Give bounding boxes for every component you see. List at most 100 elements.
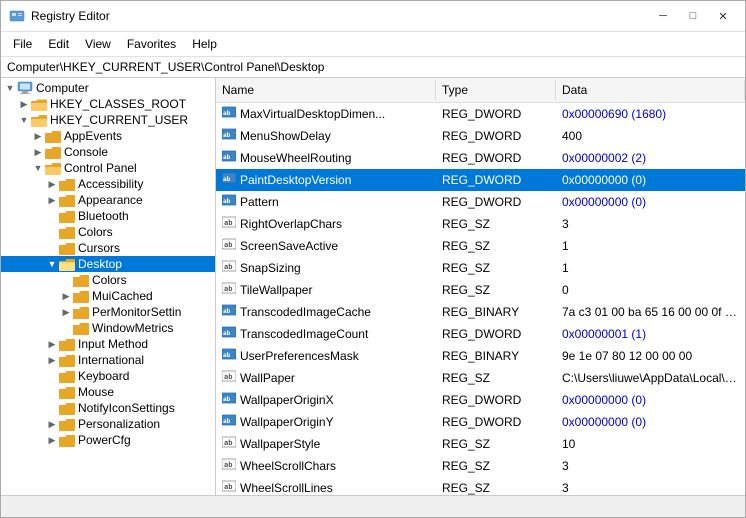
list-row[interactable]: abScreenSaveActiveREG_SZ1 xyxy=(216,235,745,257)
expand-icon-accessibility[interactable]: ▶ xyxy=(45,179,59,190)
tree-label-windowmetrics: WindowMetrics xyxy=(92,321,173,335)
list-cell-name-text: WallPaper xyxy=(240,371,295,385)
expand-icon-console[interactable]: ▶ xyxy=(31,147,45,158)
registry-value-icon: ab xyxy=(222,172,236,187)
list-cell-name-text: Pattern xyxy=(240,195,279,209)
tree-item-hkcu[interactable]: ▼ HKEY_CURRENT_USER xyxy=(1,112,215,128)
list-row[interactable]: abTranscodedImageCacheREG_BINARY7a c3 01… xyxy=(216,301,745,323)
folder-icon-cursors xyxy=(59,242,75,255)
col-header-data[interactable]: Data xyxy=(556,80,745,100)
tree-item-accessibility[interactable]: ▶ Accessibility xyxy=(1,176,215,192)
expand-icon-muicached[interactable]: ▶ xyxy=(59,291,73,302)
list-row[interactable]: abMouseWheelRoutingREG_DWORD0x00000002 (… xyxy=(216,147,745,169)
list-row[interactable]: abSnapSizingREG_SZ1 xyxy=(216,257,745,279)
window-title: Registry Editor xyxy=(31,9,110,23)
list-cell-data: 0x00000000 (0) xyxy=(556,391,745,409)
tree-item-hkcr[interactable]: ▶ HKEY_CLASSES_ROOT xyxy=(1,96,215,112)
col-header-type[interactable]: Type xyxy=(436,80,556,100)
list-row[interactable]: abWheelScrollLinesREG_SZ3 xyxy=(216,477,745,495)
tree-item-keyboard[interactable]: ▶ Keyboard xyxy=(1,368,215,384)
expand-icon-international[interactable]: ▶ xyxy=(45,355,59,366)
tree-item-personalization[interactable]: ▶ Personalization xyxy=(1,416,215,432)
list-panel[interactable]: Name Type Data abMaxVirtualDesktopDimen.… xyxy=(216,78,745,495)
expand-icon-computer[interactable]: ▼ xyxy=(3,83,17,93)
expand-icon-appevents[interactable]: ▶ xyxy=(31,131,45,142)
list-row[interactable]: abWheelScrollCharsREG_SZ3 xyxy=(216,455,745,477)
list-row[interactable]: abPaintDesktopVersionREG_DWORD0x00000000… xyxy=(216,169,745,191)
expand-icon-hkcu[interactable]: ▼ xyxy=(17,115,31,125)
list-cell-type: REG_DWORD xyxy=(436,149,556,167)
menu-view[interactable]: View xyxy=(77,34,119,54)
svg-text:ab: ab xyxy=(223,396,231,403)
list-cell-type: REG_BINARY xyxy=(436,347,556,365)
menu-favorites[interactable]: Favorites xyxy=(119,34,184,54)
tree-item-notifyiconsettings[interactable]: ▶ NotifyIconSettings xyxy=(1,400,215,416)
expand-icon-powercfg[interactable]: ▶ xyxy=(45,435,59,446)
registry-value-icon: ab xyxy=(222,282,236,297)
list-cell-name-text: MouseWheelRouting xyxy=(240,151,351,165)
expand-icon-controlpanel[interactable]: ▼ xyxy=(31,163,45,173)
folder-icon-desktop-open xyxy=(59,258,75,271)
tree-item-appearance[interactable]: ▶ Appearance xyxy=(1,192,215,208)
list-row[interactable]: abTranscodedImageCountREG_DWORD0x0000000… xyxy=(216,323,745,345)
list-row[interactable]: abWallPaperREG_SZC:\Users\liuwe\AppData\… xyxy=(216,367,745,389)
menu-help[interactable]: Help xyxy=(184,34,225,54)
expand-icon-permonitor[interactable]: ▶ xyxy=(59,307,73,318)
menu-file[interactable]: File xyxy=(5,34,40,54)
tree-item-computer[interactable]: ▼ Computer xyxy=(1,80,215,96)
list-cell-type: REG_SZ xyxy=(436,457,556,475)
list-cell-name: abPaintDesktopVersion xyxy=(216,170,436,189)
folder-icon-appevents xyxy=(45,130,61,143)
tree-label-desktop: Desktop xyxy=(78,257,122,271)
list-row[interactable]: abMenuShowDelayREG_DWORD400 xyxy=(216,125,745,147)
menu-edit[interactable]: Edit xyxy=(40,34,77,54)
expand-icon-appearance[interactable]: ▶ xyxy=(45,195,59,206)
list-cell-data: 400 xyxy=(556,127,745,145)
svg-text:ab: ab xyxy=(223,176,231,183)
list-row[interactable]: abTileWallpaperREG_SZ0 xyxy=(216,279,745,301)
maximize-button[interactable]: □ xyxy=(679,7,707,25)
registry-value-icon: ab xyxy=(222,480,236,495)
tree-item-cursors[interactable]: ▶ Cursors xyxy=(1,240,215,256)
expand-icon-personalization[interactable]: ▶ xyxy=(45,419,59,430)
tree-item-inputmethod[interactable]: ▶ Input Method xyxy=(1,336,215,352)
svg-text:ab: ab xyxy=(224,263,232,271)
tree-item-colors[interactable]: ▶ Colors xyxy=(1,224,215,240)
tree-label-controlpanel: Control Panel xyxy=(64,161,137,175)
list-row[interactable]: abRightOverlapCharsREG_SZ3 xyxy=(216,213,745,235)
svg-text:ab: ab xyxy=(223,132,231,139)
tree-label-mouse: Mouse xyxy=(78,385,114,399)
col-header-name[interactable]: Name xyxy=(216,80,436,100)
tree-item-desk-colors[interactable]: ▶ Colors xyxy=(1,272,215,288)
list-row[interactable]: abMaxVirtualDesktopDimen...REG_DWORD0x00… xyxy=(216,103,745,125)
tree-item-console[interactable]: ▶ Console xyxy=(1,144,215,160)
tree-panel[interactable]: ▼ Computer ▶ HKEY_CLASSES_ xyxy=(1,78,216,495)
tree-item-muicached[interactable]: ▶ MuiCached xyxy=(1,288,215,304)
expand-icon-desktop[interactable]: ▼ xyxy=(45,259,59,269)
list-cell-type: REG_DWORD xyxy=(436,105,556,123)
registry-value-icon: ab xyxy=(222,370,236,385)
tree-item-appevents[interactable]: ▶ AppEvents xyxy=(1,128,215,144)
list-cell-data: 3 xyxy=(556,215,745,233)
list-row[interactable]: abWallpaperOriginYREG_DWORD0x00000000 (0… xyxy=(216,411,745,433)
tree-item-controlpanel[interactable]: ▼ Control Panel xyxy=(1,160,215,176)
list-row[interactable]: abWallpaperOriginXREG_DWORD0x00000000 (0… xyxy=(216,389,745,411)
list-row[interactable]: abWallpaperStyleREG_SZ10 xyxy=(216,433,745,455)
list-row[interactable]: abUserPreferencesMaskREG_BINARY9e 1e 07 … xyxy=(216,345,745,367)
expand-icon-hkcr[interactable]: ▶ xyxy=(17,99,31,110)
list-cell-name-text: TranscodedImageCount xyxy=(240,327,368,341)
registry-value-icon: ab xyxy=(222,128,236,143)
tree-item-permonitor[interactable]: ▶ PerMonitorSettin xyxy=(1,304,215,320)
expand-icon-inputmethod[interactable]: ▶ xyxy=(45,339,59,350)
tree-item-bluetooth[interactable]: ▶ Bluetooth xyxy=(1,208,215,224)
list-row[interactable]: abPatternREG_DWORD0x00000000 (0) xyxy=(216,191,745,213)
list-cell-type: REG_BINARY xyxy=(436,303,556,321)
tree-item-powercfg[interactable]: ▶ PowerCfg xyxy=(1,432,215,448)
tree-item-desktop[interactable]: ▼ Desktop xyxy=(1,256,215,272)
minimize-button[interactable]: ─ xyxy=(649,7,677,25)
tree-item-international[interactable]: ▶ International xyxy=(1,352,215,368)
close-button[interactable]: ✕ xyxy=(709,7,737,25)
tree-item-windowmetrics[interactable]: ▶ WindowMetrics xyxy=(1,320,215,336)
list-cell-name: abWallpaperStyle xyxy=(216,434,436,453)
tree-item-mouse[interactable]: ▶ Mouse xyxy=(1,384,215,400)
